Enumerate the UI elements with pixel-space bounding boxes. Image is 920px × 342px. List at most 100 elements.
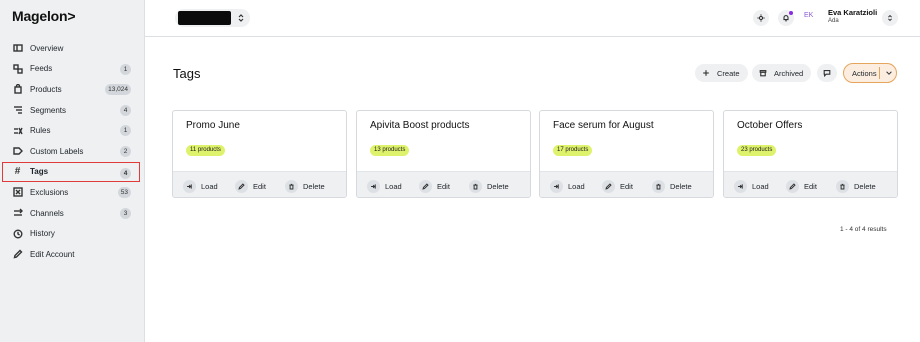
actions-dropdown[interactable]: Actions xyxy=(843,63,897,83)
exclusions-icon xyxy=(12,187,23,198)
product-count-badge: 17 products xyxy=(553,145,593,156)
edit-label: Edit xyxy=(253,181,266,191)
trash-icon xyxy=(285,179,298,193)
tag-title: Promo June xyxy=(186,120,240,131)
product-count-badge: 23 products xyxy=(737,145,777,156)
sidebar-item-feeds[interactable]: Feeds 1 xyxy=(0,59,145,80)
product-count-badge: 11 products xyxy=(186,145,225,156)
load-button[interactable]: Load xyxy=(734,179,769,193)
app-logo[interactable]: Magelon> xyxy=(12,8,76,24)
trash-icon xyxy=(652,179,665,193)
sidebar-item-edit-account[interactable]: Edit Account xyxy=(0,244,145,265)
feeds-icon xyxy=(12,63,23,74)
user-organization: Ada xyxy=(828,18,839,24)
sidebar-item-rules[interactable]: Rules 1 xyxy=(0,120,145,141)
create-button[interactable]: Create xyxy=(695,64,748,82)
message-icon xyxy=(823,70,831,77)
edit-label: Edit xyxy=(804,181,817,191)
sidebar-item-label: Custom Labels xyxy=(30,146,84,156)
product-count-badge: 13 products xyxy=(370,145,410,156)
sidebar-item-label: Channels xyxy=(30,208,64,218)
tag-title: October Offers xyxy=(737,120,803,131)
label-icon xyxy=(12,146,23,157)
tag-card[interactable]: Promo June 11 products Load Edit Delete xyxy=(172,110,347,198)
notification-dot xyxy=(789,11,793,15)
sidebar-item-label: Edit Account xyxy=(30,249,75,259)
comments-button[interactable] xyxy=(817,64,837,82)
sun-icon xyxy=(757,14,765,22)
edit-button[interactable]: Edit xyxy=(419,179,450,193)
channels-icon xyxy=(12,208,23,219)
delete-button[interactable]: Delete xyxy=(285,179,325,193)
count-badge: 4 xyxy=(120,104,131,116)
tag-card[interactable]: October Offers 23 products Load Edit Del… xyxy=(723,110,898,198)
theme-toggle-button[interactable] xyxy=(753,10,769,26)
sidebar-item-label: Tags xyxy=(30,167,49,177)
archived-button[interactable]: Archived xyxy=(752,64,812,82)
edit-label: Edit xyxy=(437,181,450,191)
page-title: Tags xyxy=(173,66,201,81)
trash-icon xyxy=(469,179,482,193)
sidebar-nav: Overview Feeds 1 Products 13,024 Segment… xyxy=(0,38,145,265)
sidebar-item-segments[interactable]: Segments 4 xyxy=(0,100,145,121)
sidebar: Magelon> Overview Feeds 1 Products 13,02… xyxy=(0,0,145,342)
sidebar-item-custom-labels[interactable]: Custom Labels 2 xyxy=(0,141,145,162)
load-label: Load xyxy=(385,181,402,191)
overview-icon xyxy=(12,43,23,54)
project-name-redacted xyxy=(178,11,231,25)
card-footer: Load Edit Delete xyxy=(357,171,530,197)
tag-title: Face serum for August xyxy=(553,120,654,131)
tag-card[interactable]: Face serum for August 17 products Load E… xyxy=(539,110,714,198)
sidebar-item-tags[interactable]: # Tags 4 xyxy=(2,161,140,183)
edit-button[interactable]: Edit xyxy=(786,179,817,193)
sidebar-item-exclusions[interactable]: Exclusions 53 xyxy=(0,182,145,203)
edit-button[interactable]: Edit xyxy=(602,179,633,193)
count-badge: 2 xyxy=(120,145,131,157)
count-badge: 1 xyxy=(120,63,131,75)
load-label: Load xyxy=(752,181,769,191)
load-button[interactable]: Load xyxy=(550,179,585,193)
notifications-button[interactable] xyxy=(778,10,794,26)
tag-card[interactable]: Apivita Boost products 13 products Load … xyxy=(356,110,531,198)
count-badge: 1 xyxy=(120,125,131,137)
count-badge: 4 xyxy=(120,167,131,179)
chevron-up-down-icon xyxy=(888,14,892,22)
tag-title: Apivita Boost products xyxy=(370,120,470,131)
history-icon xyxy=(12,228,23,239)
archive-icon xyxy=(758,68,768,78)
delete-button[interactable]: Delete xyxy=(836,179,876,193)
top-bar: EK Eva Karatzioli Ada xyxy=(145,0,920,37)
edit-button[interactable]: Edit xyxy=(235,179,266,193)
sidebar-item-channels[interactable]: Channels 3 xyxy=(0,203,145,224)
load-label: Load xyxy=(568,181,585,191)
create-label: Create xyxy=(717,68,740,78)
sidebar-item-overview[interactable]: Overview xyxy=(0,38,145,59)
sidebar-item-label: Products xyxy=(30,84,62,94)
delete-button[interactable]: Delete xyxy=(469,179,509,193)
trash-icon xyxy=(836,179,849,193)
load-label: Load xyxy=(201,181,218,191)
card-footer: Load Edit Delete xyxy=(173,171,346,197)
load-icon xyxy=(367,179,380,193)
sidebar-item-label: Exclusions xyxy=(30,187,69,197)
count-badge: 3 xyxy=(120,207,131,219)
sidebar-item-label: Overview xyxy=(30,43,64,53)
bell-icon xyxy=(783,15,789,22)
project-selector[interactable] xyxy=(175,9,250,27)
card-footer: Load Edit Delete xyxy=(540,171,713,197)
load-icon xyxy=(550,179,563,193)
load-button[interactable]: Load xyxy=(183,179,218,193)
results-count: 1 - 4 of 4 results xyxy=(840,226,887,233)
sidebar-item-label: Segments xyxy=(30,105,67,115)
delete-label: Delete xyxy=(854,181,876,191)
load-button[interactable]: Load xyxy=(367,179,402,193)
sidebar-item-history[interactable]: History xyxy=(0,223,145,244)
edit-label: Edit xyxy=(620,181,633,191)
load-icon xyxy=(183,179,196,193)
avatar[interactable]: EK xyxy=(804,12,813,19)
delete-button[interactable]: Delete xyxy=(652,179,692,193)
sidebar-item-products[interactable]: Products 13,024 xyxy=(0,79,145,100)
archived-label: Archived xyxy=(774,68,804,78)
account-menu-button[interactable] xyxy=(882,10,898,26)
count-badge: 13,024 xyxy=(105,84,131,96)
